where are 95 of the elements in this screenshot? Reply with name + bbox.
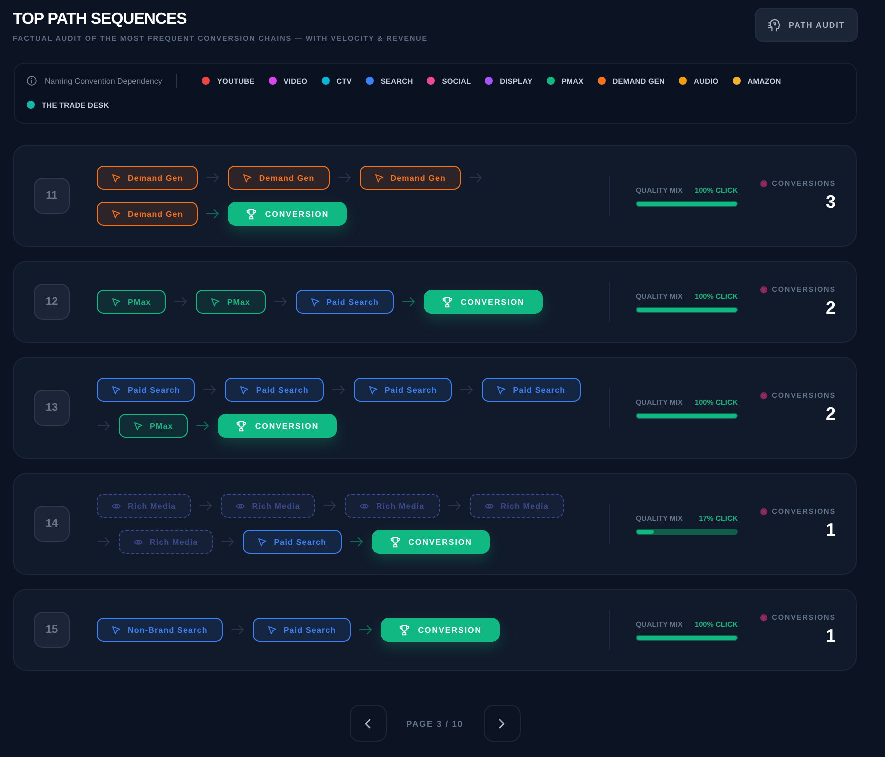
cursor-icon (112, 386, 121, 394)
page-title: TOP PATH SEQUENCES (13, 11, 188, 29)
arrow-icon (350, 537, 364, 547)
eye-icon (134, 538, 143, 546)
conversion-label: CONVERSION (265, 210, 330, 218)
cursor-icon (243, 174, 252, 182)
rank-badge: 12 (34, 284, 70, 320)
trophy-icon (390, 536, 401, 548)
arrow-icon (402, 297, 416, 307)
touchpoint-label: Paid Search (384, 386, 438, 394)
touchpoint-label: Rich Media (128, 502, 176, 510)
trophy-icon (399, 624, 410, 636)
touchpoint-label: Non-Brand Search (128, 626, 208, 634)
arrow-icon (196, 421, 210, 431)
arrow-icon (332, 385, 346, 395)
rank-badge: 14 (34, 506, 70, 542)
touchpoint-label: Rich Media (376, 502, 425, 510)
cursor-icon (258, 538, 268, 546)
conversion-label: CONVERSION (461, 298, 525, 306)
cursor-icon (112, 298, 121, 306)
conversion-label: CONVERSION (408, 538, 472, 546)
conversions-dot-icon (760, 392, 768, 400)
arrow-icon (323, 501, 338, 511)
arrow-icon (206, 209, 220, 219)
arrow-icon (221, 537, 236, 547)
trophy-icon (246, 208, 258, 220)
cursor-icon (374, 174, 384, 182)
conversions-count: 1 (826, 625, 836, 647)
next-page-button[interactable] (484, 705, 520, 742)
conversions-count: 2 (826, 297, 836, 319)
touchpoint-label: Demand Gen (128, 174, 184, 182)
chevron-right-icon (499, 718, 505, 728)
touchpoint-label: Rich Media (500, 502, 549, 510)
touchpoint-label: Paid Search (326, 298, 380, 306)
touchpoint-label: Paid Search (274, 538, 327, 546)
touchpoint-label: PMax (128, 298, 152, 306)
arrow-icon (274, 297, 288, 307)
cursor-icon (112, 174, 121, 182)
eye-icon (112, 502, 121, 510)
head-profile-icon (768, 18, 782, 32)
touchpoint-label: Rich Media (252, 502, 300, 510)
chevron-left-icon (365, 718, 371, 728)
touchpoint-label: Demand Gen (259, 174, 315, 182)
arrow-icon (448, 501, 462, 511)
arrow-icon (97, 537, 111, 547)
cursor-icon (310, 298, 320, 306)
conversions-count: 1 (826, 519, 836, 541)
touchpoint-label: Paid Search (128, 386, 180, 394)
info-icon (27, 76, 37, 86)
cursor-icon (112, 210, 121, 218)
path-audit-button[interactable]: PATH AUDIT (755, 8, 858, 42)
conversions-dot-icon (760, 508, 768, 516)
arrow-icon (206, 173, 220, 183)
conversions-dot-icon (760, 180, 768, 188)
cursor-icon (268, 626, 277, 634)
trophy-icon (236, 420, 248, 432)
touchpoint-label: PMax (227, 298, 251, 306)
previous-page-button[interactable] (350, 705, 386, 742)
cursor-icon (497, 386, 506, 394)
arrow-icon (460, 385, 474, 395)
touchpoint-label: Paid Search (284, 626, 336, 634)
arrow-icon (174, 297, 188, 307)
conversions-dot-icon (760, 286, 768, 294)
eye-icon (484, 502, 494, 510)
arrow-icon (359, 625, 374, 635)
arrow-icon (338, 173, 352, 183)
conversion-label: CONVERSION (255, 422, 320, 430)
legend-note: Naming Convention Dependency (45, 76, 162, 86)
conversions-count: 2 (826, 403, 836, 425)
touchpoint-label: PMax (150, 422, 174, 430)
rank-badge: 15 (34, 612, 70, 648)
conversions-count: 3 (826, 191, 836, 213)
arrow-icon (203, 385, 218, 395)
touchpoint-label: Demand Gen (390, 174, 446, 182)
arrow-icon (199, 501, 214, 511)
cursor-icon (211, 298, 220, 306)
cursor-icon (134, 422, 143, 430)
rank-badge: 13 (34, 390, 70, 426)
arrow-icon (230, 625, 245, 635)
conversion-label: CONVERSION (418, 626, 482, 634)
rank-badge: 11 (34, 178, 70, 214)
arrow-icon (97, 421, 111, 431)
cursor-icon (368, 386, 378, 394)
cursor-icon (112, 626, 121, 634)
touchpoint-label: Rich Media (150, 538, 198, 546)
trophy-icon (442, 296, 454, 308)
touchpoint-label: Paid Search (256, 386, 309, 394)
touchpoint-label: Demand Gen (128, 210, 184, 218)
page-indicator: PAGE 3 / 10 (406, 718, 464, 728)
eye-icon (236, 502, 246, 510)
eye-icon (360, 502, 370, 510)
arrow-icon (469, 173, 484, 183)
cursor-icon (240, 386, 250, 394)
touchpoint-label: Paid Search (513, 386, 566, 394)
conversions-dot-icon (760, 614, 768, 622)
